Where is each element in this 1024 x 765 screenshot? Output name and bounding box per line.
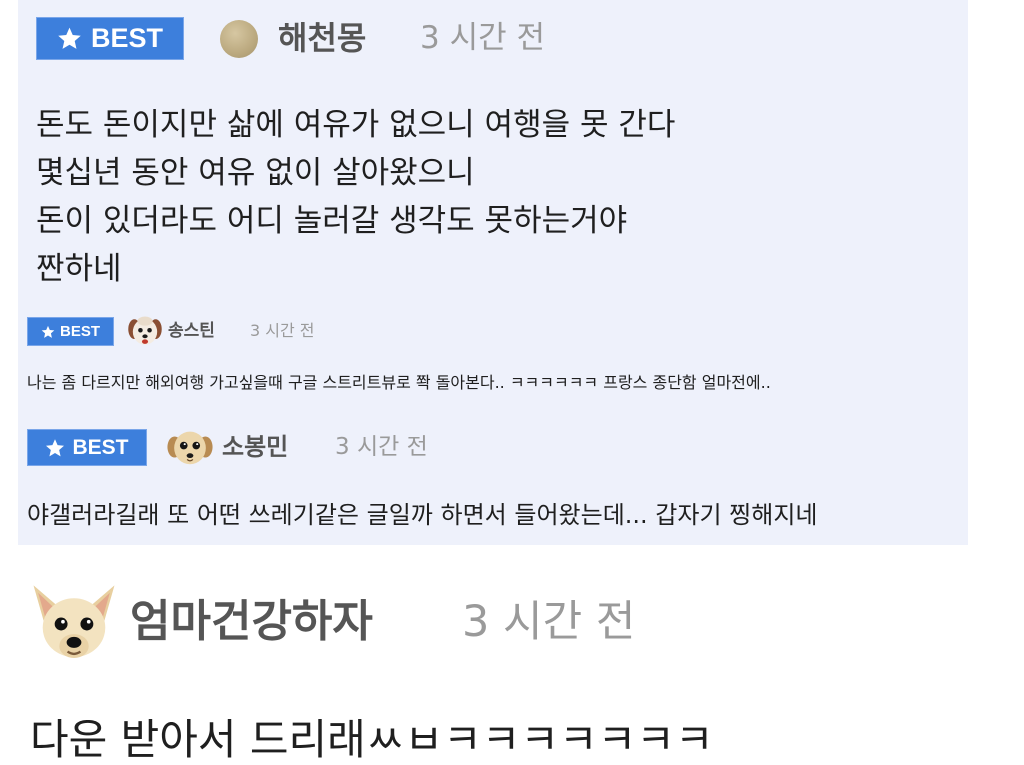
comment-body: 다운 받아서 드리래ㅆㅂㅋㅋㅋㅋㅋㅋㅋ (30, 715, 714, 765)
comment-body: 나는 좀 다르지만 해외여행 가고싶을때 구글 스트리트뷰로 쫙 돌아본다.. … (27, 372, 771, 394)
dog-avatar-icon[interactable] (126, 312, 164, 350)
best-badge: BEST (27, 317, 114, 346)
star-icon (41, 325, 55, 339)
comment-line: 야갤러라길래 또 어떤 쓰레기같은 글일까 하면서 들어왔는데... 갑자기 찡… (27, 501, 818, 529)
star-icon (45, 438, 65, 458)
comment-body: 야갤러라길래 또 어떤 쓰레기같은 글일까 하면서 들어왔는데... 갑자기 찡… (27, 500, 817, 530)
best-badge: BEST (36, 17, 184, 60)
star-icon (57, 26, 82, 51)
comment-body: 돈도 돈이지만 삶에 여유가 없으니 여행을 못 간다 몇십년 동안 여유 없이… (36, 101, 675, 293)
comment-username[interactable]: 송스틴 (168, 316, 215, 346)
comment-timestamp: 3 시간 전 (462, 597, 636, 647)
best-badge-label: BEST (72, 435, 129, 459)
comment-timestamp: 3 시간 전 (250, 321, 315, 340)
comment-line: 몇십년 동안 여유 없이 살아왔으니 (36, 155, 475, 191)
comment-collage: BEST 해천몽 3 시간 전 돈도 돈이지만 삶에 여유가 없으니 여행을 못… (0, 0, 1024, 765)
comment-line: 나는 좀 다르지만 해외여행 가고싶을때 구글 스트리트뷰로 쫙 돌아본다.. … (27, 373, 771, 392)
comment-line: 돈도 돈이지만 삶에 여유가 없으니 여행을 못 간다 (36, 107, 676, 143)
comment-username[interactable]: 엄마건강하자 (130, 595, 373, 649)
best-badge-label: BEST (90, 23, 163, 53)
comment-line: 짠하네 (36, 251, 122, 287)
comment-timestamp: 3 시간 전 (335, 434, 428, 460)
comment-line: 다운 받아서 드리래ㅆㅂㅋㅋㅋㅋㅋㅋㅋ (30, 715, 714, 764)
best-badge: BEST (27, 429, 147, 466)
comment-username[interactable]: 소봉민 (222, 427, 288, 467)
comment-username[interactable]: 해천몽 (278, 17, 366, 60)
comment-timestamp: 3 시간 전 (420, 20, 545, 56)
best-badge-label: BEST (59, 323, 100, 340)
puppy-avatar-icon[interactable] (166, 423, 214, 471)
comment-line: 돈이 있더라도 어디 놀러갈 생각도 못하는거야 (36, 203, 628, 239)
profile-circle-icon[interactable] (220, 20, 258, 58)
chihuahua-avatar-icon[interactable] (28, 578, 120, 670)
